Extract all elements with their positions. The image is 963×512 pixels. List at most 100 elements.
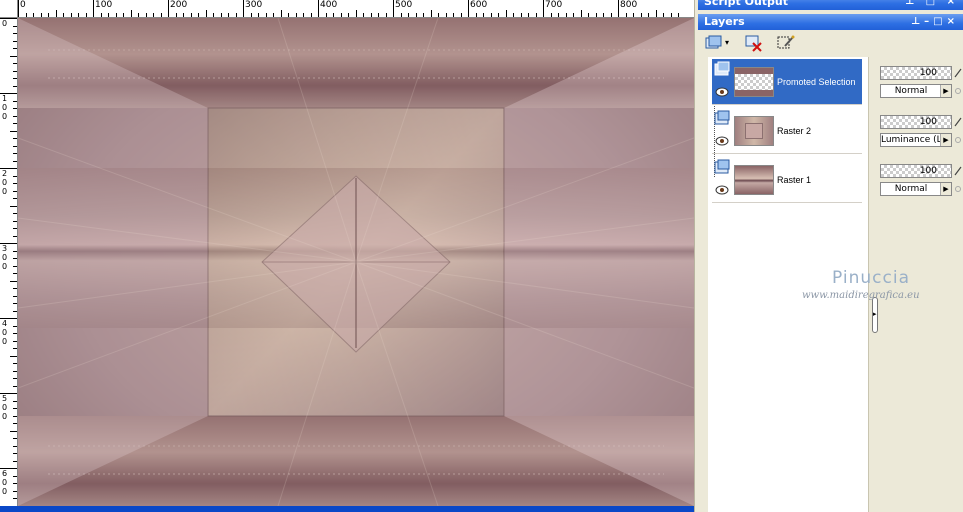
image-canvas[interactable] <box>18 18 694 506</box>
ruler-tick <box>558 13 559 17</box>
visibility-eye-icon[interactable] <box>715 136 729 146</box>
edit-selection-icon[interactable] <box>776 34 796 52</box>
ruler-tick <box>78 13 79 17</box>
link-icon[interactable] <box>954 184 962 194</box>
ruler-tick <box>386 13 387 17</box>
lock-transparency-icon[interactable] <box>954 68 962 78</box>
layer-name[interactable]: Promoted Selection <box>777 77 856 87</box>
ruler-tick <box>13 138 17 139</box>
ruler-label: 500 <box>395 0 413 10</box>
ruler-label: 0 <box>2 253 8 262</box>
ruler-tick <box>13 438 17 439</box>
ruler-tick <box>13 101 17 102</box>
horizontal-ruler[interactable]: 0 100 200 300 400 500 600 700 800 <box>18 0 694 18</box>
ruler-tick <box>10 131 17 132</box>
layer-thumbnail <box>734 165 774 195</box>
ruler-tick <box>348 13 349 17</box>
ruler-tick <box>288 13 289 17</box>
layer-name[interactable]: Raster 1 <box>777 175 811 185</box>
layer-row-promoted-selection[interactable]: Promoted Selection <box>712 59 862 105</box>
blend-mode-dropdown[interactable]: Normal ▶ <box>880 182 952 196</box>
restore-icon[interactable]: □ <box>933 16 946 27</box>
ruler-tick <box>13 228 17 229</box>
ruler-tick <box>648 13 649 17</box>
close-icon[interactable]: × <box>947 16 959 27</box>
ruler-tick <box>13 221 17 222</box>
ruler-tick <box>13 26 17 27</box>
dropdown-arrow-icon[interactable]: ▶ <box>940 134 951 146</box>
ruler-tick <box>138 13 139 17</box>
ruler-tick <box>251 13 252 17</box>
ruler-tick <box>303 13 304 17</box>
ruler-tick <box>243 0 244 17</box>
expand-arrow-icon: ▸ <box>873 310 877 318</box>
ruler-tick <box>483 13 484 17</box>
layer-props-1: 100 Luminance (L) ▶ <box>880 106 962 150</box>
blend-mode-dropdown[interactable]: Normal ▶ <box>880 84 952 98</box>
ruler-label: 5 <box>2 394 8 403</box>
layers-window-controls[interactable]: ⊥–□× <box>911 14 959 30</box>
opacity-slider[interactable]: 100 <box>880 164 952 178</box>
minimize-icon[interactable]: – <box>924 16 933 27</box>
ruler-label: 600 <box>470 0 488 10</box>
ruler-tick <box>116 13 117 17</box>
ruler-tick <box>656 10 657 17</box>
canvas-artwork <box>18 18 694 506</box>
ruler-label: 0 <box>2 403 8 412</box>
ruler-tick <box>63 13 64 17</box>
dropdown-arrow-icon[interactable]: ▶ <box>940 183 951 195</box>
layer-name[interactable]: Raster 2 <box>777 126 811 136</box>
link-icon[interactable] <box>954 86 962 96</box>
ruler-tick <box>13 401 17 402</box>
ruler-tick <box>431 10 432 17</box>
blend-mode-dropdown[interactable]: Luminance (L) ▶ <box>880 133 952 147</box>
ruler-label: 0 <box>2 187 8 196</box>
layer-type-icon[interactable] <box>714 159 730 175</box>
script-output-titlebar[interactable]: Script Output ⊥ □ × <box>698 0 963 10</box>
ruler-tick <box>678 13 679 17</box>
ruler-tick <box>13 41 17 42</box>
vertical-ruler[interactable]: 0100200300400500600 <box>0 18 18 506</box>
opacity-slider[interactable]: 100 <box>880 115 952 129</box>
visibility-eye-icon[interactable] <box>715 87 729 97</box>
layer-type-icon[interactable] <box>714 61 730 77</box>
ruler-tick <box>101 13 102 17</box>
layers-titlebar[interactable]: Layers ⊥–□× <box>698 14 963 30</box>
ruler-label: 100 <box>95 0 113 10</box>
chevron-down-icon[interactable]: ▾ <box>725 38 729 47</box>
ruler-label: 0 <box>2 112 8 121</box>
ruler-tick <box>13 161 17 162</box>
delete-layer-icon[interactable] <box>744 34 764 52</box>
ruler-tick <box>363 13 364 17</box>
ruler-tick <box>13 153 17 154</box>
layer-row-raster-1[interactable]: Raster 1 <box>712 157 862 203</box>
dropdown-arrow-icon[interactable]: ▶ <box>940 85 951 97</box>
ruler-tick <box>13 236 17 237</box>
link-icon[interactable] <box>954 135 962 145</box>
visibility-eye-icon[interactable] <box>715 185 729 195</box>
layer-row-raster-2[interactable]: Raster 2 <box>712 108 862 154</box>
ruler-tick <box>13 371 17 372</box>
new-layer-icon[interactable] <box>704 34 724 52</box>
ruler-tick <box>13 303 17 304</box>
ruler-tick <box>633 13 634 17</box>
ruler-tick <box>378 13 379 17</box>
layer-props-0: 100 Normal ▶ <box>880 57 962 101</box>
ruler-tick <box>13 258 17 259</box>
pin-icon[interactable]: ⊥ <box>911 16 924 27</box>
ruler-tick <box>13 326 17 327</box>
ruler-tick <box>13 423 17 424</box>
lock-transparency-icon[interactable] <box>954 166 962 176</box>
opacity-slider[interactable]: 100 <box>880 66 952 80</box>
ruler-tick <box>206 10 207 17</box>
ruler-tick <box>13 386 17 387</box>
script-output-controls[interactable]: ⊥ □ × <box>905 0 959 10</box>
ruler-tick <box>10 56 17 57</box>
layer-type-icon[interactable] <box>714 110 730 126</box>
lock-transparency-icon[interactable] <box>954 117 962 127</box>
canvas-scrollbar[interactable] <box>0 506 694 512</box>
ruler-tick <box>521 13 522 17</box>
ruler-tick <box>663 13 664 17</box>
ruler-tick <box>10 431 17 432</box>
ruler-label: 0 <box>2 19 8 28</box>
